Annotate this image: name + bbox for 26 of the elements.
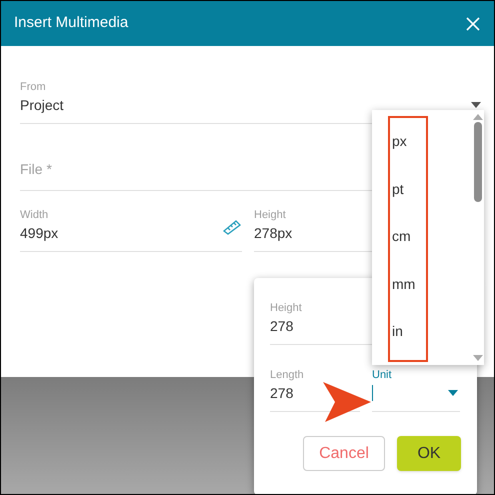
scrollbar-thumb[interactable] [474,122,482,202]
field-label: Width [20,208,48,223]
field-value[interactable]: 278px [254,223,292,243]
dropdown-caret-icon[interactable] [471,102,481,108]
unit-select[interactable] [372,383,460,403]
dialog-title: Insert Multimedia [14,13,128,34]
field-label: Unit [372,368,392,383]
field-value[interactable]: Project [20,95,64,115]
field-value[interactable]: 499px [20,223,58,243]
dropdown-caret-icon[interactable] [448,390,458,396]
close-icon[interactable] [466,16,480,30]
unit-option[interactable]: mm [392,260,416,308]
field-value[interactable]: 278 [270,383,294,403]
file-field[interactable]: File * [20,159,320,180]
field-label: Length [270,368,304,383]
ok-button[interactable]: OK [397,436,461,471]
field-label: From [20,80,46,95]
pointer-arrow-icon [323,382,371,422]
field-label: Height [254,208,286,223]
unit-option[interactable]: in [392,308,403,356]
unit-option[interactable]: cm [392,213,411,260]
unit-option[interactable]: pt [392,166,404,213]
field-value[interactable]: 278 [270,316,294,336]
ruler-icon[interactable] [222,219,242,235]
field-label: Height [270,301,302,316]
unit-option[interactable]: px [392,118,407,166]
